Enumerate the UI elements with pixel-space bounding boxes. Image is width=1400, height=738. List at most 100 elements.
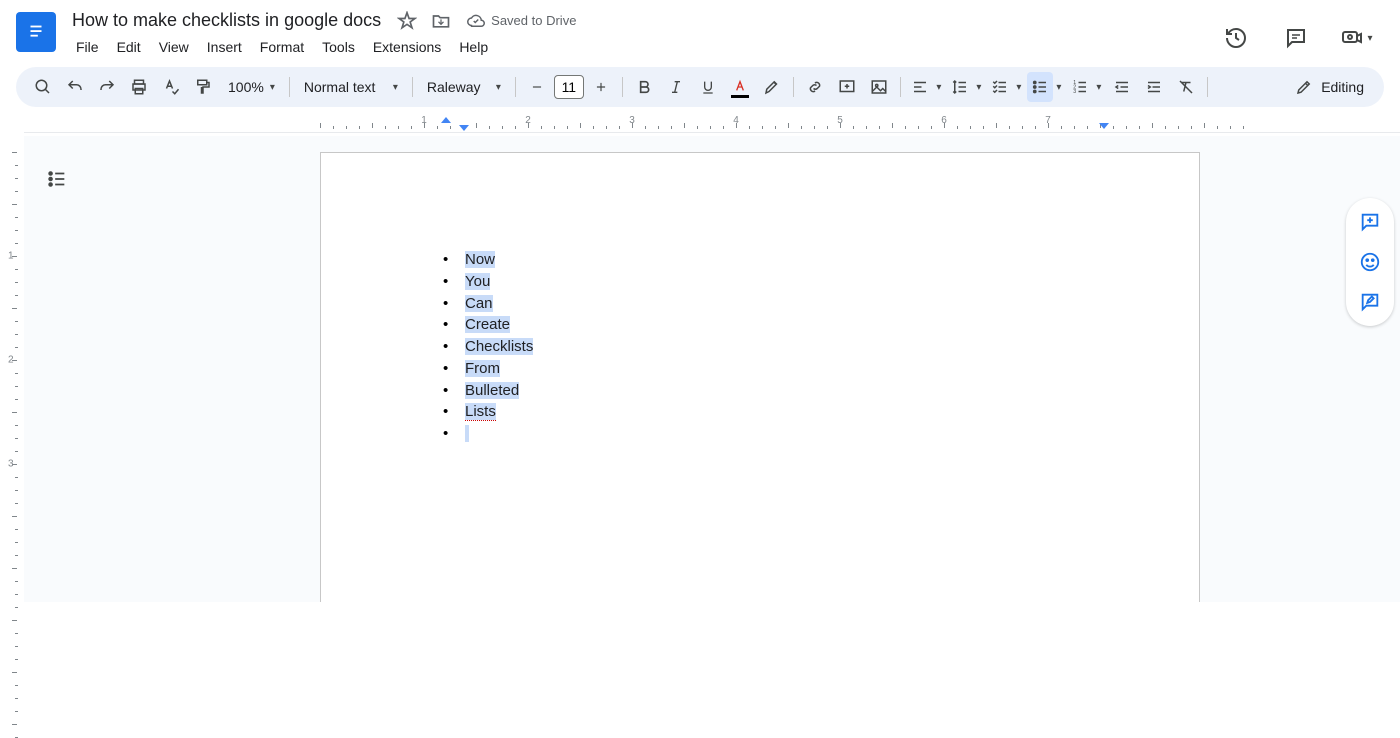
list-item[interactable]: Lists <box>465 401 1103 423</box>
line-spacing-dropdown[interactable]: ▾ <box>947 72 985 102</box>
underline-icon[interactable] <box>693 72 723 102</box>
menu-tools[interactable]: Tools <box>314 35 363 59</box>
text-color-swatch <box>731 95 749 98</box>
list-item[interactable]: Bulleted <box>465 380 1103 402</box>
zoom-select[interactable]: 100% ▾ <box>220 72 283 102</box>
move-folder-icon[interactable] <box>429 9 453 33</box>
text-color-icon[interactable] <box>725 72 755 102</box>
ruler-number: 1 <box>421 115 427 126</box>
suggest-edits-float-icon[interactable] <box>1352 284 1388 320</box>
present-button[interactable]: ▾ <box>1336 18 1376 58</box>
numbered-list-icon: 123 <box>1067 72 1093 102</box>
separator <box>1207 77 1208 97</box>
paint-format-icon[interactable] <box>188 72 218 102</box>
toolbar: 100% ▾ Normal text ▾ Raleway ▾ ▾ ▾ ▾ <box>16 67 1384 107</box>
saved-status-text: Saved to Drive <box>491 13 576 28</box>
outline-toggle-icon[interactable] <box>46 168 68 190</box>
increase-font-icon[interactable] <box>586 72 616 102</box>
list-item-text: From <box>465 360 500 377</box>
menu-edit[interactable]: Edit <box>109 35 149 59</box>
chevron-down-icon: ▾ <box>1053 82 1065 93</box>
list-item[interactable]: You <box>465 271 1103 293</box>
ruler-number: 5 <box>837 115 843 126</box>
italic-icon[interactable] <box>661 72 691 102</box>
ruler-number: 2 <box>8 355 14 366</box>
bulleted-list-dropdown[interactable]: ▾ <box>1027 72 1065 102</box>
insert-image-icon[interactable] <box>864 72 894 102</box>
page[interactable]: Now You Can Create Checklists From Bulle… <box>320 152 1200 602</box>
highlight-icon[interactable] <box>757 72 787 102</box>
list-item-text: Checklists <box>465 338 533 355</box>
separator <box>793 77 794 97</box>
separator <box>289 77 290 97</box>
menu-help[interactable]: Help <box>451 35 496 59</box>
cloud-icon <box>467 12 485 30</box>
comments-icon[interactable] <box>1276 18 1316 58</box>
docs-app-icon[interactable] <box>16 12 56 52</box>
clear-formatting-icon[interactable] <box>1171 72 1201 102</box>
bullet-list[interactable]: Now You Can Create Checklists From Bulle… <box>417 249 1103 445</box>
separator <box>622 77 623 97</box>
history-icon[interactable] <box>1216 18 1256 58</box>
list-item-text: Lists <box>465 403 496 420</box>
list-item[interactable]: From <box>465 358 1103 380</box>
document-title[interactable]: How to make checklists in google docs <box>68 8 385 33</box>
star-icon[interactable] <box>395 9 419 33</box>
spellcheck-icon[interactable] <box>156 72 186 102</box>
list-item-text: Bulleted <box>465 382 519 399</box>
paragraph-style-select[interactable]: Normal text ▾ <box>296 72 406 102</box>
numbered-list-dropdown[interactable]: 123 ▾ <box>1067 72 1105 102</box>
checklist-dropdown[interactable]: ▾ <box>987 72 1025 102</box>
decrease-indent-icon[interactable] <box>1107 72 1137 102</box>
redo-icon[interactable] <box>92 72 122 102</box>
align-dropdown[interactable]: ▾ <box>907 72 945 102</box>
menu-file[interactable]: File <box>68 35 107 59</box>
list-item[interactable]: Now <box>465 249 1103 271</box>
ruler-number: 1 <box>8 251 14 262</box>
align-icon <box>907 72 933 102</box>
list-item[interactable] <box>465 423 1103 445</box>
bold-icon[interactable] <box>629 72 659 102</box>
menu-bar: File Edit View Insert Format Tools Exten… <box>68 35 1216 59</box>
ruler-number: 3 <box>629 115 635 126</box>
chevron-down-icon: ▾ <box>1093 82 1105 93</box>
header: How to make checklists in google docs Sa… <box>0 0 1400 59</box>
list-item-text: Can <box>465 295 493 312</box>
decrease-font-icon[interactable] <box>522 72 552 102</box>
increase-indent-icon[interactable] <box>1139 72 1169 102</box>
list-item[interactable]: Can <box>465 293 1103 315</box>
line-spacing-icon <box>947 72 973 102</box>
add-emoji-float-icon[interactable] <box>1352 244 1388 280</box>
ruler-horizontal[interactable]: 1234567 <box>24 115 1400 133</box>
pencil-icon <box>1295 78 1313 96</box>
menu-format[interactable]: Format <box>252 35 312 59</box>
list-item-text: Create <box>465 316 510 333</box>
list-item[interactable]: Create <box>465 314 1103 336</box>
font-select[interactable]: Raleway ▾ <box>419 72 509 102</box>
add-comment-icon[interactable] <box>832 72 862 102</box>
document-area: Now You Can Create Checklists From Bulle… <box>24 136 1400 602</box>
menu-extensions[interactable]: Extensions <box>365 35 449 59</box>
ruler-number: 2 <box>525 115 531 126</box>
ruler-number: 4 <box>733 115 739 126</box>
search-icon[interactable] <box>28 72 58 102</box>
list-item[interactable]: Checklists <box>465 336 1103 358</box>
font-size-input[interactable] <box>554 75 584 99</box>
undo-icon[interactable] <box>60 72 90 102</box>
print-icon[interactable] <box>124 72 154 102</box>
chevron-down-icon: ▾ <box>393 82 398 93</box>
list-item-text <box>465 425 469 442</box>
ruler-vertical[interactable]: 123 <box>4 136 22 602</box>
list-item-text: You <box>465 273 490 290</box>
ruler-number: 7 <box>1045 115 1051 126</box>
menu-insert[interactable]: Insert <box>199 35 250 59</box>
editing-mode-select[interactable]: Editing <box>1287 78 1372 96</box>
saved-status[interactable]: Saved to Drive <box>467 12 576 30</box>
add-comment-float-icon[interactable] <box>1352 204 1388 240</box>
document-content[interactable]: Now You Can Create Checklists From Bulle… <box>417 249 1103 445</box>
menu-view[interactable]: View <box>151 35 197 59</box>
separator <box>900 77 901 97</box>
link-icon[interactable] <box>800 72 830 102</box>
floating-comment-tools <box>1346 198 1394 326</box>
separator <box>515 77 516 97</box>
